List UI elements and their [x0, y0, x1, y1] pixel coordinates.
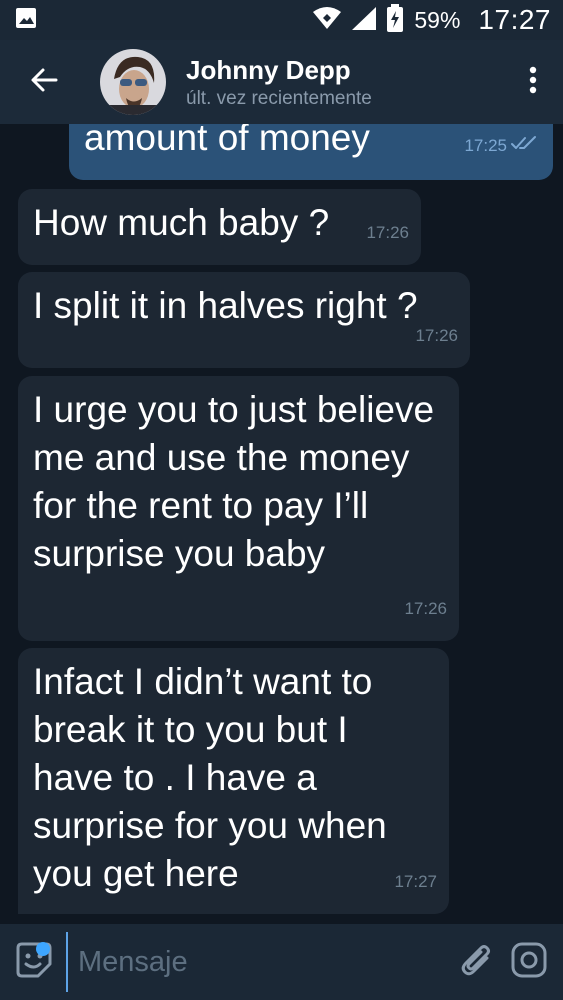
emoji-button[interactable]	[12, 924, 56, 1000]
chat-screen: 59% 17:27 Johnny Depp últ. vez recientem…	[0, 0, 563, 1000]
message-bubble-outgoing[interactable]: amount of money 17:25	[69, 124, 553, 180]
message-text: How much baby ?	[33, 202, 330, 243]
status-time: 17:27	[478, 4, 551, 35]
message-text: I split it in halves right ?	[33, 285, 418, 326]
message-text: Infact I didn’t want to break it to you …	[33, 661, 387, 894]
chat-header: Johnny Depp últ. vez recientemente	[0, 40, 563, 124]
message-time: 17:25	[464, 136, 507, 155]
back-button[interactable]	[0, 40, 88, 124]
message-bubble-incoming[interactable]: Infact I didn’t want to break it to you …	[18, 648, 449, 914]
back-arrow-icon	[30, 66, 58, 99]
battery-charging-icon	[386, 3, 404, 37]
message-time: 17:27	[394, 872, 437, 891]
camera-icon	[510, 941, 548, 984]
image-icon	[14, 6, 38, 35]
avatar[interactable]	[100, 49, 166, 115]
more-vert-icon	[529, 66, 537, 99]
message-list[interactable]: amount of money 17:25 How much baby ? 17…	[0, 124, 563, 924]
message-bubble-incoming[interactable]: How much baby ? 17:26	[18, 189, 421, 265]
message-bubble-incoming[interactable]: I split it in halves right ? 17:26	[18, 272, 470, 368]
contact-status: últ. vez recientemente	[186, 87, 372, 109]
message-time: 17:26	[366, 223, 409, 242]
message-input[interactable]	[66, 932, 455, 992]
wifi-icon	[312, 6, 342, 35]
message-input-bar	[0, 924, 563, 1000]
notification-dot	[36, 942, 50, 956]
read-checks-icon	[511, 124, 537, 170]
attach-icon	[459, 940, 495, 985]
message-bubble-incoming[interactable]: I urge you to just believe me and use th…	[18, 376, 459, 641]
message-meta: 17:25	[464, 124, 537, 170]
message-time: 17:26	[404, 599, 447, 618]
signal-icon	[350, 5, 378, 36]
battery-percent: 59%	[414, 6, 461, 33]
message-text: I urge you to just believe me and use th…	[33, 389, 435, 574]
message-time: 17:26	[415, 326, 458, 345]
camera-button[interactable]	[507, 924, 551, 1000]
attach-button[interactable]	[455, 924, 499, 1000]
contact-name[interactable]: Johnny Depp	[186, 55, 503, 85]
more-options-button[interactable]	[503, 40, 563, 124]
status-bar: 59% 17:27	[0, 0, 563, 40]
